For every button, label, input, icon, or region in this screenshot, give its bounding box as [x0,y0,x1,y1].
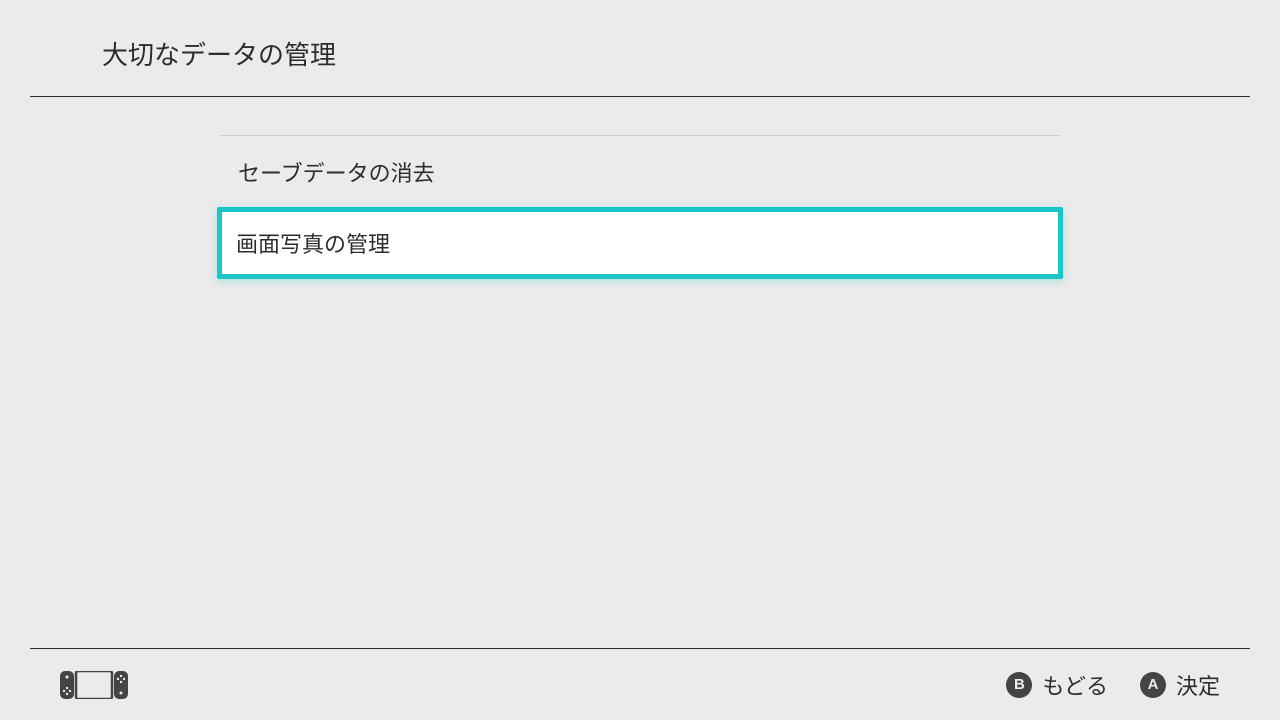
content-area: セーブデータの消去 画面写真の管理 [0,97,1280,279]
a-button-icon: A [1140,672,1166,698]
menu-item-delete-save-data[interactable]: セーブデータの消去 [220,135,1060,207]
page-title: 大切なデータの管理 [102,35,1250,72]
footer-buttons: B もどる A 決定 [1006,669,1220,701]
ok-button[interactable]: A 決定 [1140,669,1220,701]
header: 大切なデータの管理 [30,0,1250,97]
menu-list: セーブデータの消去 画面写真の管理 [220,135,1060,279]
back-button[interactable]: B もどる [1006,669,1108,701]
controller-icon [60,671,128,699]
back-button-label: もどる [1042,669,1108,701]
b-button-icon: B [1006,672,1032,698]
ok-button-label: 決定 [1176,669,1220,701]
menu-item-manage-screenshots[interactable]: 画面写真の管理 [217,207,1063,279]
footer: B もどる A 決定 [30,648,1250,720]
menu-item-label: セーブデータの消去 [238,156,435,188]
menu-item-label: 画面写真の管理 [236,227,390,259]
